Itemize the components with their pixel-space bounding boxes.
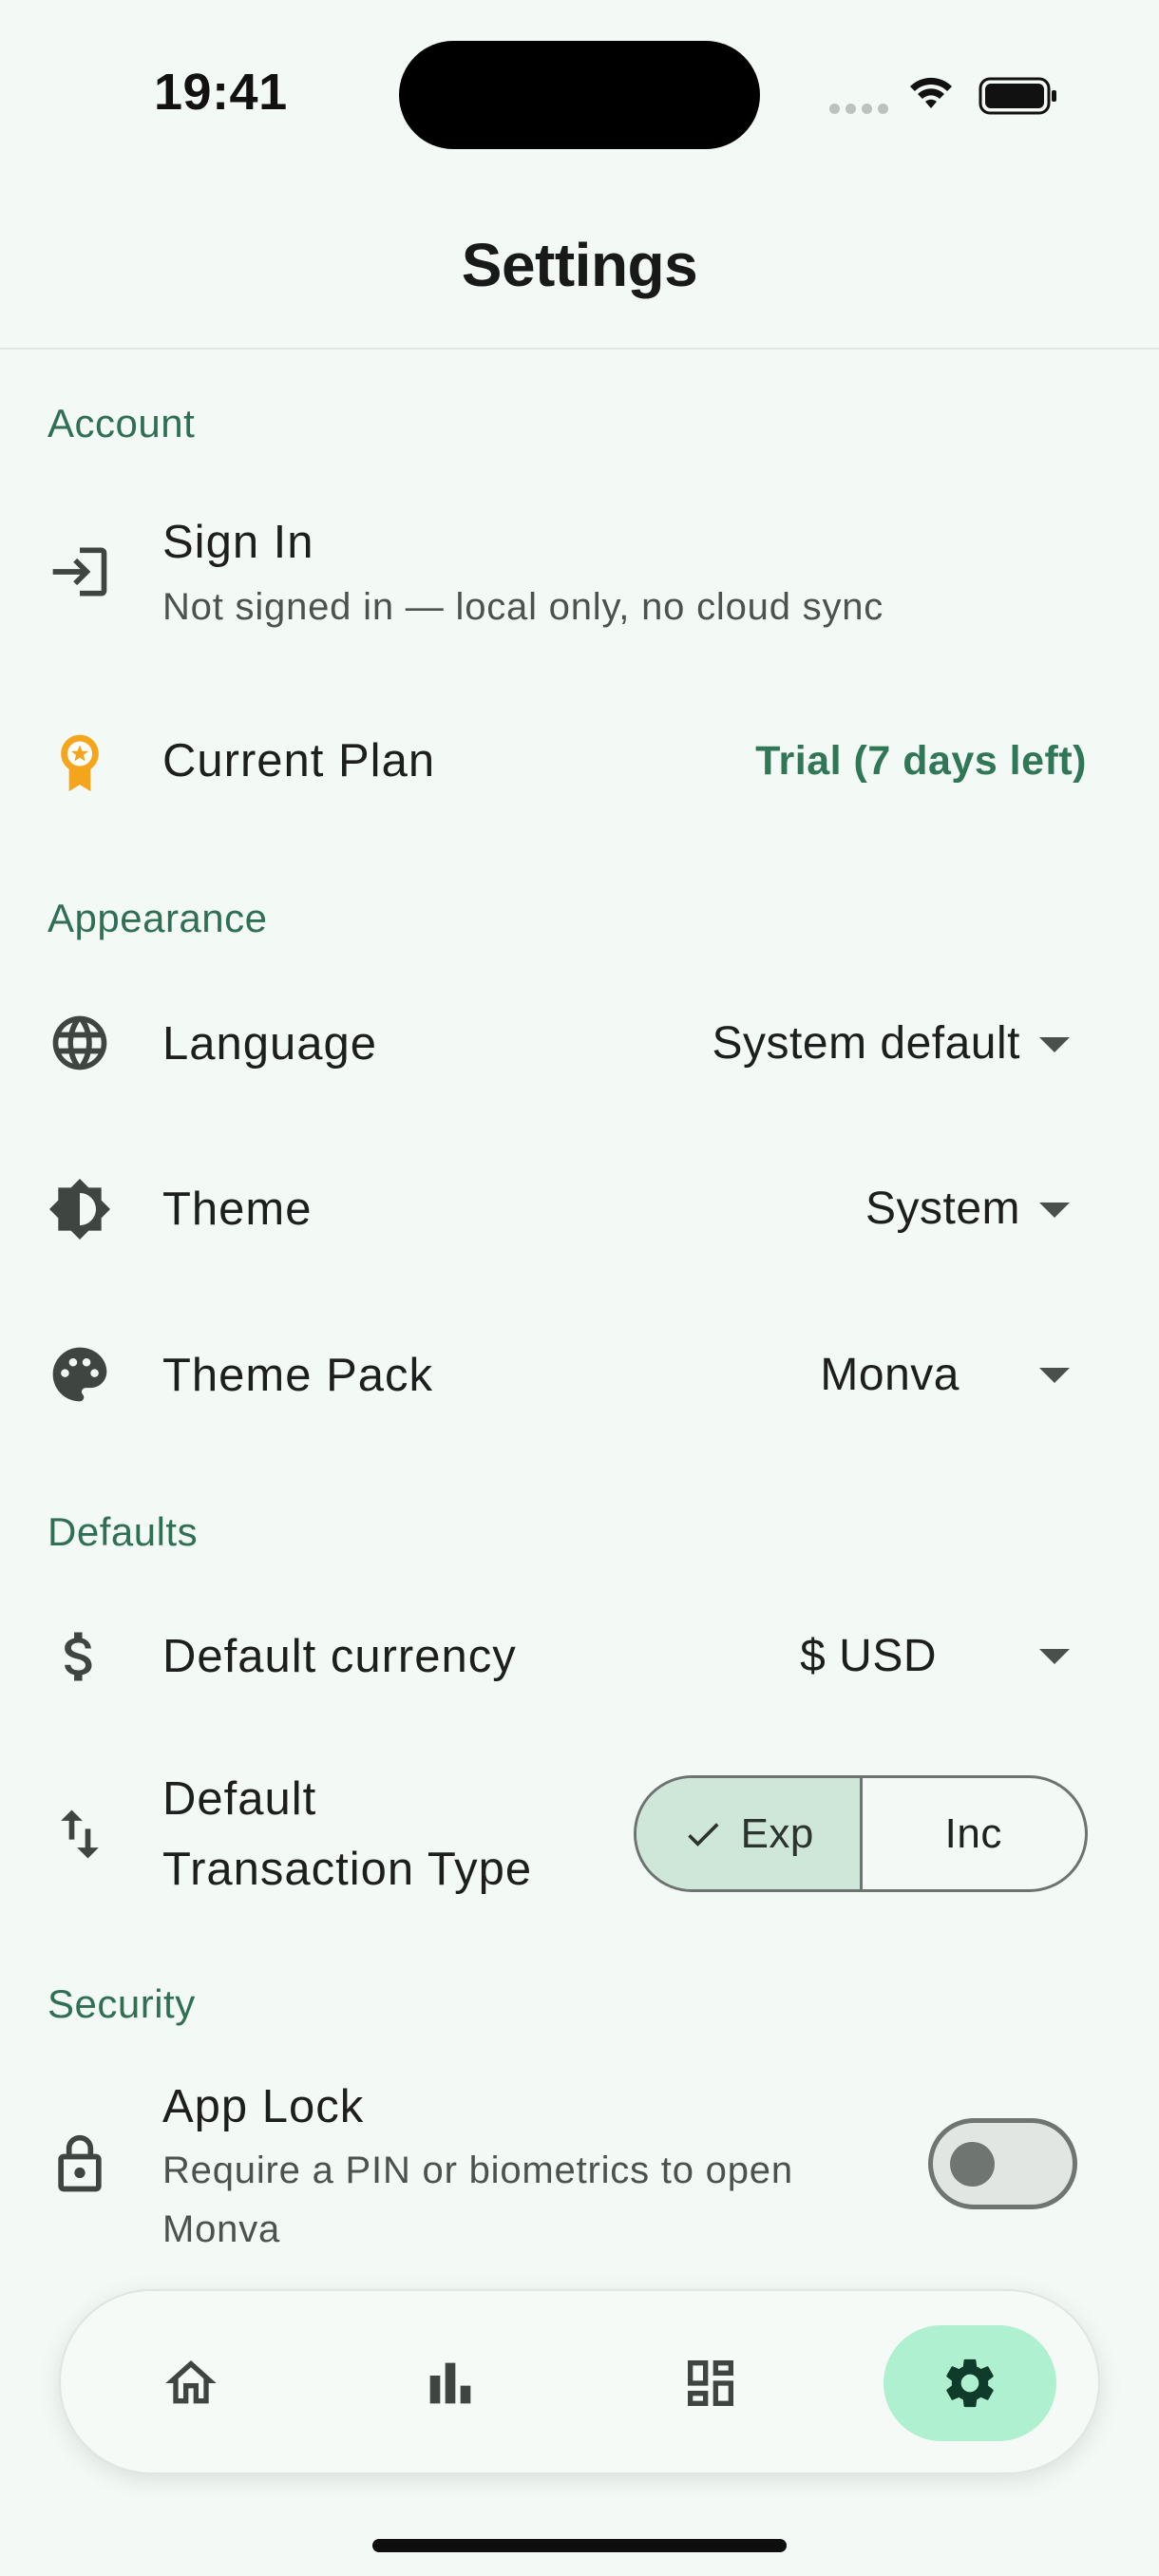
theme-value[interactable]: System (865, 1183, 1020, 1235)
status-time: 19:41 (154, 64, 288, 121)
section-title-account: Account (48, 401, 196, 445)
section-title-defaults: Defaults (48, 1509, 199, 1554)
globe-icon (48, 1011, 112, 1075)
check-icon (687, 1822, 719, 1847)
current-plan-value: Trial (7 days left) (755, 738, 1087, 784)
segment-income-label: Inc (944, 1809, 1002, 1857)
swap-vertical-icon (48, 1802, 112, 1866)
home-icon (165, 2360, 217, 2404)
bar-chart-icon (429, 2362, 471, 2404)
lock-icon (48, 2132, 112, 2197)
section-title-appearance: Appearance (48, 896, 268, 940)
segment-income[interactable]: Inc (863, 1778, 1086, 1889)
nav-dashboard[interactable] (624, 2325, 797, 2441)
cellular-signal-icon (829, 104, 888, 114)
default-currency-label: Default currency (162, 1631, 517, 1682)
chevron-down-icon[interactable] (1039, 1037, 1070, 1052)
default-transaction-type-label-line2: Transaction Type (162, 1844, 533, 1895)
sign-in-label: Sign In (162, 517, 314, 568)
gear-icon (946, 2358, 994, 2408)
wifi-icon (910, 77, 952, 108)
app-lock-toggle[interactable] (928, 2118, 1077, 2209)
chevron-down-icon[interactable] (1039, 1368, 1070, 1383)
segment-expense[interactable]: Exp (636, 1778, 863, 1889)
login-icon (48, 540, 112, 604)
app-lock-label: App Lock (162, 2081, 365, 2132)
default-currency-value[interactable]: $ USD (800, 1630, 937, 1682)
dynamic-island (399, 41, 760, 149)
theme-pack-label: Theme Pack (162, 1350, 434, 1401)
nav-settings[interactable] (884, 2325, 1056, 2441)
toggle-knob (950, 2142, 995, 2187)
app-lock-subtitle-line1: Require a PIN or biometrics to open (162, 2150, 793, 2191)
default-transaction-type-label-line1: Default (162, 1773, 317, 1825)
bottom-navigation-bar (59, 2289, 1100, 2474)
status-bar: 19:41 (0, 0, 1159, 190)
page-title: Settings (461, 231, 698, 299)
brightness-icon (48, 1177, 112, 1241)
language-value[interactable]: System default (712, 1017, 1020, 1070)
nav-home[interactable] (104, 2325, 277, 2441)
app-lock-subtitle-line2: Monva (162, 2208, 281, 2250)
dashboard-icon (688, 2360, 733, 2406)
dollar-icon (48, 1624, 112, 1689)
current-plan-label: Current Plan (162, 735, 436, 786)
language-label: Language (162, 1018, 378, 1070)
sign-in-subtitle: Not signed in — local only, no cloud syn… (162, 586, 884, 628)
theme-pack-value[interactable]: Monva (820, 1349, 960, 1401)
award-badge-icon (48, 729, 112, 794)
section-title-security: Security (48, 1981, 196, 2026)
segment-expense-label: Exp (740, 1809, 814, 1857)
home-indicator (372, 2539, 787, 2552)
battery-icon (978, 77, 1056, 115)
palette-icon (48, 1342, 112, 1407)
theme-label: Theme (162, 1184, 313, 1235)
nav-stats[interactable] (364, 2325, 537, 2441)
chevron-down-icon[interactable] (1039, 1203, 1070, 1218)
chevron-down-icon[interactable] (1039, 1649, 1070, 1664)
app-header: Settings (0, 190, 1159, 350)
transaction-type-segmented-control[interactable]: Exp Inc (634, 1775, 1088, 1892)
